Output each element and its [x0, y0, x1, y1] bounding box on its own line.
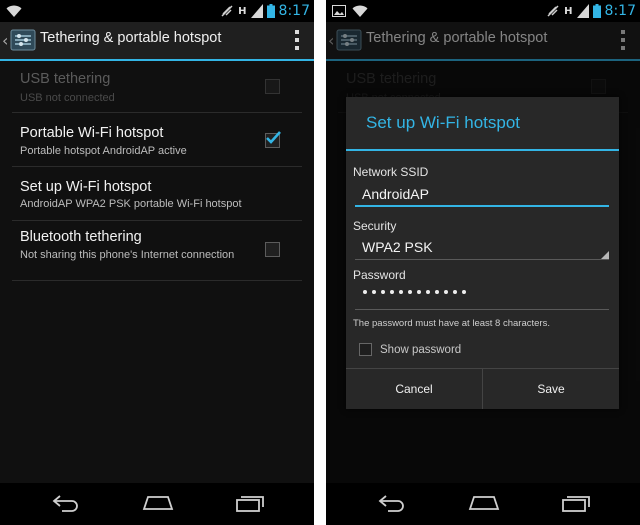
dialog-button-bar: Cancel Save — [346, 368, 619, 409]
pref-title: Set up Wi-Fi hotspot — [20, 179, 152, 195]
status-time: 8:17 — [278, 3, 310, 19]
page-title: Tethering & portable hotspot — [40, 30, 222, 46]
pref-summary: Portable hotspot AndroidAP active — [20, 145, 187, 157]
signal-icon — [576, 4, 589, 18]
pref-summary: Not sharing this phone's Internet connec… — [20, 249, 235, 261]
password-dot — [399, 290, 403, 294]
back-icon[interactable] — [376, 493, 406, 513]
password-masked-value — [363, 290, 466, 294]
password-dot — [381, 290, 385, 294]
show-password-option[interactable]: Show password — [359, 343, 461, 356]
home-icon[interactable] — [468, 493, 500, 513]
home-icon[interactable] — [142, 493, 174, 513]
password-label: Password — [353, 268, 406, 282]
ssid-input[interactable]: AndroidAP — [355, 184, 609, 207]
muted-icon — [547, 5, 559, 17]
overflow-menu-icon[interactable] — [294, 30, 300, 50]
signal-icon — [250, 4, 263, 18]
pref-portable-wifi-hotspot[interactable]: Portable Wi-Fi hotspot Portable hotspot … — [12, 113, 302, 167]
pref-title: Portable Wi-Fi hotspot — [20, 125, 164, 141]
password-dot — [363, 290, 367, 294]
status-bar: H 8:17 — [326, 0, 640, 22]
password-dot — [372, 290, 376, 294]
password-dot — [462, 290, 466, 294]
phone-screen-settings: H 8:17 ‹ Tethering & portable hotspot US… — [0, 0, 314, 525]
pref-title: Bluetooth tethering — [20, 229, 142, 245]
phone-screen-dialog: H 8:17 ‹ Tethering & portable hotspot US… — [326, 0, 640, 525]
password-dot — [435, 290, 439, 294]
save-button[interactable]: Save — [482, 369, 619, 409]
dialog-title-divider — [346, 149, 619, 151]
password-dot — [444, 290, 448, 294]
wifi-hotspot-dialog: Set up Wi-Fi hotspot Network SSID Androi… — [346, 97, 619, 409]
ssid-label: Network SSID — [353, 165, 429, 179]
settings-list: USB tethering USB not connected Portable… — [12, 61, 302, 281]
ssid-value: AndroidAP — [362, 186, 429, 202]
usb-tethering-checkbox[interactable] — [265, 79, 280, 94]
password-dot — [408, 290, 412, 294]
checkmark-icon — [266, 131, 281, 144]
security-label: Security — [353, 219, 397, 233]
pref-summary: AndroidAP WPA2 PSK portable Wi-Fi hotspo… — [20, 198, 242, 210]
pref-title: USB tethering — [20, 71, 111, 87]
pref-summary: USB not connected — [20, 92, 115, 104]
password-dot — [417, 290, 421, 294]
network-type: H — [564, 5, 573, 17]
password-dot — [390, 290, 394, 294]
password-dot — [453, 290, 457, 294]
tethering-settings-icon[interactable] — [10, 28, 36, 52]
back-icon[interactable] — [50, 493, 80, 513]
action-bar: ‹ Tethering & portable hotspot — [0, 22, 314, 61]
spinner-arrow-icon — [601, 251, 609, 259]
wifi-hotspot-checkbox[interactable] — [265, 131, 281, 148]
status-bar: H 8:17 — [0, 0, 314, 22]
bluetooth-tethering-checkbox[interactable] — [265, 242, 280, 257]
image-icon — [332, 5, 346, 17]
pref-set-up-wifi-hotspot[interactable]: Set up Wi-Fi hotspot AndroidAP WPA2 PSK … — [12, 167, 302, 221]
pref-bluetooth-tethering[interactable]: Bluetooth tethering Not sharing this pho… — [12, 221, 302, 281]
navigation-bar — [0, 483, 314, 525]
show-password-checkbox[interactable] — [359, 343, 372, 356]
muted-icon — [221, 5, 233, 17]
battery-icon — [266, 4, 275, 18]
battery-icon — [592, 4, 601, 18]
password-input[interactable] — [355, 287, 609, 310]
network-type: H — [238, 5, 247, 17]
password-dot — [426, 290, 430, 294]
navigation-bar — [326, 483, 640, 525]
wifi-icon — [6, 5, 22, 17]
wifi-icon — [352, 5, 368, 17]
recent-apps-icon[interactable] — [561, 493, 591, 513]
pref-usb-tethering[interactable]: USB tethering USB not connected — [12, 61, 302, 113]
security-spinner[interactable]: WPA2 PSK — [355, 237, 609, 260]
dialog-title: Set up Wi-Fi hotspot — [366, 113, 521, 132]
cancel-button[interactable]: Cancel — [346, 369, 482, 409]
status-time: 8:17 — [604, 3, 636, 19]
show-password-label: Show password — [380, 343, 462, 356]
security-value: WPA2 PSK — [362, 239, 433, 255]
up-chevron-icon[interactable]: ‹ — [2, 31, 8, 50]
password-hint: The password must have at least 8 charac… — [353, 318, 550, 329]
recent-apps-icon[interactable] — [235, 493, 265, 513]
